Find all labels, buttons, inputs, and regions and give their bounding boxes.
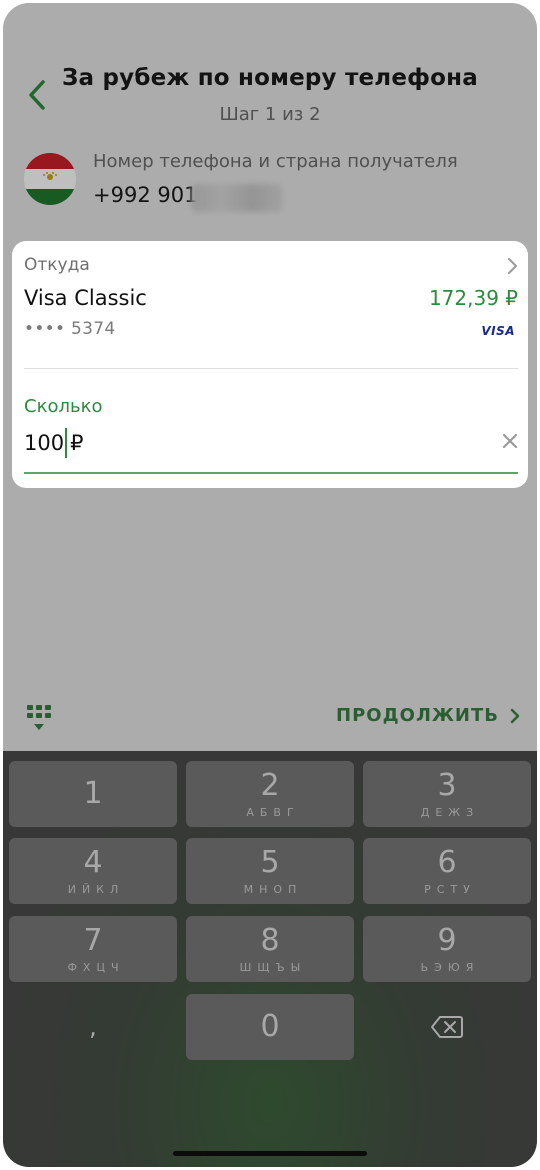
key-digit: 3: [437, 767, 457, 803]
keypad-toggle-icon[interactable]: [25, 703, 53, 733]
key-6[interactable]: 6 РСТУ: [363, 838, 531, 904]
source-card-number: •••• 5374: [24, 319, 116, 339]
visa-logo-icon: VISA: [481, 324, 515, 338]
key-3[interactable]: 3 ДЕЖЗ: [363, 761, 531, 827]
key-digit: 5: [260, 844, 280, 880]
key-digit: 1: [83, 776, 103, 811]
source-card-balance: 172,39 ₽: [428, 286, 518, 310]
key-digit: 2: [260, 767, 280, 803]
key-digit: 9: [437, 922, 457, 958]
key-digit: ,: [89, 1013, 97, 1041]
key-comma[interactable]: ,: [9, 994, 177, 1060]
key-digit: 7: [83, 922, 103, 958]
key-letters: ШЩЪЫ: [239, 960, 307, 974]
text-cursor: [65, 428, 68, 458]
key-5[interactable]: 5 МНОП: [186, 838, 354, 904]
key-letters: АБВГ: [246, 805, 300, 819]
amount-label: Сколько: [24, 396, 103, 417]
key-letters: ЬЭЮЯ: [420, 960, 480, 974]
key-8[interactable]: 8 ШЩЪЫ: [186, 916, 354, 982]
phone-screen: За рубеж по номеру телефона Шаг 1 из 2 Н…: [3, 3, 537, 1167]
home-indicator[interactable]: [173, 1151, 367, 1156]
backspace-icon: [431, 1016, 463, 1038]
key-letters: МНОП: [243, 882, 303, 896]
key-digit: 6: [437, 844, 457, 880]
chevron-right-icon[interactable]: [504, 255, 520, 277]
chevron-right-icon: [510, 708, 520, 723]
key-backspace[interactable]: [363, 994, 531, 1060]
key-2[interactable]: 2 АБВГ: [186, 761, 354, 827]
continue-button[interactable]: ПРОДОЛЖИТЬ: [336, 705, 521, 726]
continue-label: ПРОДОЛЖИТЬ: [336, 705, 499, 726]
key-digit: 0: [260, 1009, 280, 1044]
amount-value: 100: [24, 431, 65, 455]
key-digit: 4: [83, 844, 103, 880]
amount-input[interactable]: 100 ₽: [24, 428, 83, 458]
key-9[interactable]: 9 ЬЭЮЯ: [363, 916, 531, 982]
clear-icon[interactable]: [500, 431, 520, 451]
key-letters: ИЙКЛ: [67, 882, 125, 896]
key-letters: РСТУ: [424, 882, 476, 896]
amount-underline: [24, 472, 518, 474]
divider: [24, 368, 518, 369]
source-card-name[interactable]: Visa Classic: [24, 286, 147, 310]
key-letters: ФХЦЧ: [67, 960, 125, 974]
key-0[interactable]: 0: [186, 994, 354, 1060]
numeric-keyboard: 1 2 АБВГ 3 ДЕЖЗ 4 ИЙКЛ 5 МНОП 6 РСТУ 7 Ф…: [3, 751, 537, 1167]
key-letters: ДЕЖЗ: [420, 805, 480, 819]
transfer-card: Откуда Visa Classic 172,39 ₽ •••• 5374 V…: [12, 241, 528, 488]
amount-currency: ₽: [70, 431, 84, 455]
key-digit: 8: [260, 922, 280, 958]
source-label: Откуда: [24, 255, 90, 275]
key-1[interactable]: 1: [9, 761, 177, 827]
key-4[interactable]: 4 ИЙКЛ: [9, 838, 177, 904]
key-7[interactable]: 7 ФХЦЧ: [9, 916, 177, 982]
